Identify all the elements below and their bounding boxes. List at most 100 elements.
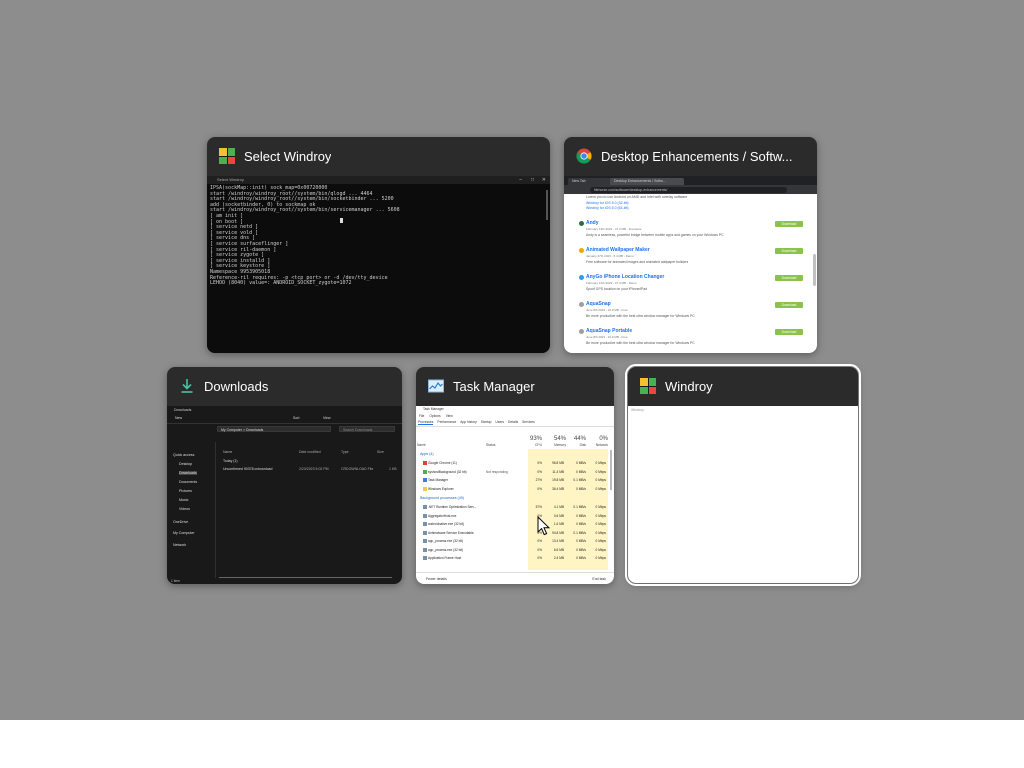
- software-list-item: Animated Wallpaper Maker January 27th 202…: [579, 247, 803, 264]
- menu-item: View: [445, 414, 453, 418]
- chrome-preview: New Tab Desktop Enhancements / Softw... …: [564, 176, 817, 353]
- stat-label: Memory: [554, 443, 566, 447]
- process-name: .NET Runtime Optimization Serv...: [428, 505, 477, 509]
- window-title: Downloads: [204, 378, 269, 394]
- cpu-value: 0%: [537, 469, 542, 474]
- menu-item: File: [419, 414, 425, 418]
- search-input: Search Downloads: [339, 426, 395, 432]
- software-description: Andy is a seamless, powerful bridge betw…: [586, 233, 724, 237]
- software-description: Spoof GPS location on your iPhone/iPad: [586, 287, 648, 291]
- software-meta: February 13th 2023 - 47.3 MB - Freeware: [586, 227, 642, 231]
- window-thumbnail-task-manager[interactable]: Task Manager Task Manager File Options Vie…: [416, 367, 614, 584]
- process-icon: [423, 556, 427, 560]
- disk-value: 0.1 MB/s: [573, 530, 586, 535]
- software-description: Be more productive with the best ultra w…: [586, 341, 695, 345]
- tm-tab: Users: [495, 420, 505, 424]
- sidebar-item: Quick access: [173, 453, 195, 457]
- stat-value: 0%: [599, 436, 608, 442]
- stat-label: CPU: [535, 443, 542, 447]
- process-icon: [423, 530, 427, 535]
- new-button: New: [175, 416, 183, 420]
- network-value: 0 Mbps: [595, 522, 606, 526]
- disk-value: 0 MB/s: [576, 461, 586, 465]
- window-thumbnail-windroy[interactable]: Windroy Windroy: [625, 364, 861, 586]
- stat-label: Network: [595, 443, 608, 447]
- cpu-value: 27%: [535, 478, 542, 482]
- software-name: AnyGo iPhone Location Changer: [586, 274, 665, 280]
- process-name: androidnative.exe (32 bit): [428, 522, 464, 526]
- scrollbar: [219, 577, 392, 578]
- process-name: Google Chrome (11): [428, 461, 457, 465]
- software-meta: January 27th 2023 - 8.4 MB - Demo: [586, 254, 634, 258]
- window-title: Task Manager: [453, 378, 535, 394]
- close-icon: ✕: [541, 177, 546, 183]
- cpu-value: 0%: [537, 556, 542, 560]
- memory-value: 13.4 MB: [552, 539, 564, 543]
- process-row: Google Chrome (11) 0% 96.8 MB 0 MB/s 0 Mbps: [416, 459, 606, 467]
- thumbnail-header: Desktop Enhancements / Softw...: [564, 137, 817, 175]
- software-name: Animated Wallpaper Maker: [586, 247, 650, 253]
- windroy-preview: Windroy: [628, 406, 858, 583]
- network-value: 0 Mbps: [595, 530, 606, 535]
- software-list-item: AquaSnap June 8th 2023 - 16.9 MB - Free Be…: [579, 301, 803, 318]
- status-text: 1 item: [171, 579, 180, 583]
- maximize-icon: □: [530, 177, 534, 183]
- sidebar-item: OneDrive: [173, 520, 189, 524]
- console-titlebar: Select Windroy – □ ✕: [207, 176, 550, 184]
- window-thumbnail-select-windroy[interactable]: Select Windroy Select Windroy – □ ✕ IPSA…: [207, 137, 550, 353]
- column-header: Status: [486, 443, 496, 447]
- process-name: Antimalware Service Executable: [428, 530, 474, 535]
- process-name: app_process.exe (32 bit): [428, 547, 464, 552]
- section-header: Apps (4): [420, 452, 434, 456]
- windroy-icon: [219, 148, 235, 164]
- tm-tab: App history: [460, 420, 477, 424]
- view-button: View: [323, 416, 331, 420]
- process-row: syshostBackground (32 bit) Not responding…: [416, 468, 606, 476]
- sidebar-item: Pictures: [179, 489, 192, 493]
- sidebar-item: Desktop: [179, 462, 193, 466]
- software-list-item: AnyGo iPhone Location Changer February 14…: [579, 274, 803, 291]
- tm-tab: Startup: [480, 420, 492, 424]
- column-header: Size: [377, 450, 384, 454]
- page-text: Lorem you to use Android on AMD and Inte…: [586, 195, 688, 199]
- sort-button: Sort: [293, 416, 300, 420]
- process-name: AggregatorHost.exe: [428, 513, 457, 518]
- software-meta: February 14th 2023 - 47.4 MB - Demo: [586, 281, 637, 285]
- process-icon: [423, 539, 427, 543]
- fewer-details-link: Fewer details: [426, 577, 447, 581]
- app-logo-icon: [579, 275, 584, 280]
- network-value: 0 Mbps: [595, 461, 606, 465]
- thumbnail-header: Downloads: [167, 367, 402, 405]
- file-name: Unconfirmed 90378.crdownload: [223, 467, 273, 471]
- minimize-icon: –: [519, 177, 522, 183]
- tm-titlebar: Task Manager: [423, 407, 444, 411]
- software-name: AquaSnap Portable: [586, 328, 633, 334]
- download-button: Download: [775, 248, 803, 254]
- task-switcher-backdrop: [0, 0, 1024, 720]
- disk-value: 0 MB/s: [576, 486, 586, 491]
- process-icon: [423, 486, 427, 491]
- chrome-icon: [576, 148, 592, 164]
- address-bar: filehorse.com/software/desktop-enhanceme…: [564, 185, 817, 194]
- scrollbar: [813, 254, 816, 286]
- thumbnail-header: Windroy: [628, 367, 858, 405]
- stat-value: 54%: [553, 436, 566, 442]
- task-manager-icon: [428, 379, 444, 393]
- explorer-titlebar: Downloads: [174, 408, 192, 412]
- process-row: .NET Runtime Optimization Serv... 57% 4.1 …: [416, 503, 606, 511]
- process-row: app_process.exe (32 bit) 0% 6.6 MB 0 MB/s 0 …: [416, 546, 606, 554]
- software-list-item: Andy February 13th 2023 - 47.3 MB - Freew…: [579, 220, 803, 237]
- network-value: 0 Mbps: [595, 556, 606, 560]
- window-thumbnail-chrome[interactable]: Desktop Enhancements / Softw... New Tab …: [564, 137, 817, 353]
- sidebar-item: My Computer: [173, 531, 195, 535]
- cpu-value: 0%: [537, 461, 542, 465]
- page-link: Windroy for iOS 5.0 (32-bit): [586, 201, 629, 205]
- stat-value: 93%: [529, 436, 542, 442]
- disk-value: 0 MB/s: [576, 539, 586, 543]
- network-value: 0 Mbps: [595, 505, 606, 509]
- process-row: Task Manager 27% 19.8 MB 0.1 MB/s 0 Mbps: [416, 476, 606, 484]
- console-preview: Select Windroy – □ ✕ IPSA(sockMap::init)…: [207, 176, 550, 353]
- window-thumbnail-downloads[interactable]: Downloads Downloads New Sort View My Com…: [167, 367, 402, 584]
- tm-tab: Performance: [437, 420, 457, 424]
- software-description: Free software for animated images and an…: [586, 260, 689, 264]
